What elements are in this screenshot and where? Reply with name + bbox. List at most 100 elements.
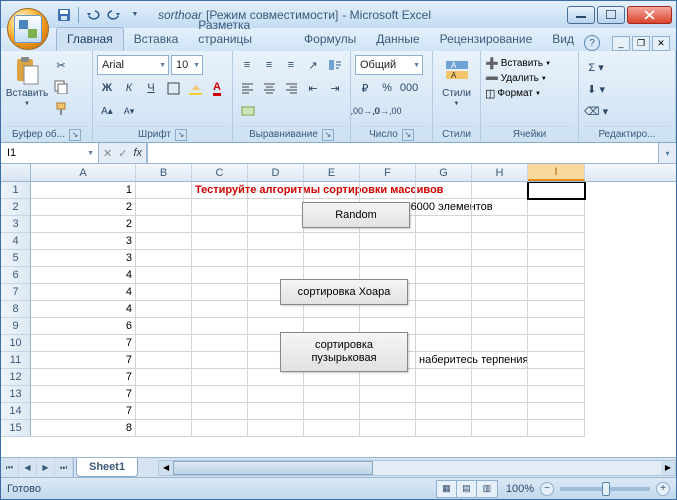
cell[interactable] bbox=[136, 420, 192, 437]
cell[interactable] bbox=[416, 420, 472, 437]
cell[interactable] bbox=[416, 267, 472, 284]
row-header[interactable]: 6 bbox=[1, 267, 31, 284]
format-cells-button[interactable]: ◫Формат▼ bbox=[485, 87, 551, 100]
col-header[interactable]: D bbox=[248, 164, 304, 181]
italic-button[interactable]: К bbox=[119, 78, 139, 98]
percent-icon[interactable]: % bbox=[377, 78, 397, 98]
cell[interactable] bbox=[248, 250, 304, 267]
cell[interactable] bbox=[416, 199, 472, 216]
random-button[interactable]: Random bbox=[302, 202, 410, 228]
cell[interactable] bbox=[248, 420, 304, 437]
cell[interactable] bbox=[360, 182, 416, 199]
cell[interactable] bbox=[472, 352, 528, 369]
cell[interactable] bbox=[248, 386, 304, 403]
insert-cells-button[interactable]: ➕Вставить▼ bbox=[485, 57, 551, 70]
cell[interactable] bbox=[136, 233, 192, 250]
cell[interactable] bbox=[304, 250, 360, 267]
cell[interactable] bbox=[416, 369, 472, 386]
qat-customize-icon[interactable]: ▼ bbox=[126, 6, 144, 24]
col-header[interactable]: E bbox=[304, 164, 360, 181]
zoom-slider[interactable] bbox=[560, 487, 650, 491]
cell[interactable] bbox=[136, 386, 192, 403]
horizontal-scrollbar[interactable]: ◀ ▶ bbox=[158, 460, 676, 476]
cell[interactable] bbox=[304, 420, 360, 437]
cell[interactable] bbox=[192, 233, 248, 250]
cell[interactable] bbox=[136, 352, 192, 369]
cell[interactable] bbox=[136, 318, 192, 335]
cell[interactable] bbox=[192, 352, 248, 369]
cell[interactable] bbox=[472, 386, 528, 403]
cell[interactable] bbox=[192, 199, 248, 216]
cell[interactable] bbox=[248, 182, 304, 199]
align-middle-icon[interactable]: ≡ bbox=[259, 55, 279, 75]
expand-formula-bar-icon[interactable]: ▾ bbox=[658, 143, 676, 163]
row-header[interactable]: 5 bbox=[1, 250, 31, 267]
cell[interactable] bbox=[528, 267, 585, 284]
number-dialog-icon[interactable]: ↘ bbox=[402, 129, 414, 141]
cell[interactable]: 7 bbox=[31, 386, 136, 403]
cell[interactable] bbox=[136, 335, 192, 352]
styles-button[interactable]: AA Стили ▼ bbox=[437, 53, 476, 126]
cell[interactable] bbox=[472, 182, 528, 199]
doc-minimize-button[interactable]: _ bbox=[612, 36, 630, 51]
cell[interactable] bbox=[528, 369, 585, 386]
number-format-combo[interactable]: Общий bbox=[355, 55, 423, 75]
first-sheet-icon[interactable]: ⏮ bbox=[1, 458, 19, 477]
page-layout-view-icon[interactable]: ▤ bbox=[457, 481, 477, 497]
clipboard-dialog-icon[interactable]: ↘ bbox=[69, 129, 81, 141]
insert-function-icon[interactable]: fx bbox=[133, 147, 142, 159]
comma-icon[interactable]: 000 bbox=[399, 78, 419, 98]
merge-icon[interactable] bbox=[237, 101, 259, 121]
cell[interactable]: 2 bbox=[31, 216, 136, 233]
copy-icon[interactable] bbox=[51, 77, 71, 97]
format-painter-icon[interactable] bbox=[51, 99, 71, 119]
cell[interactable] bbox=[416, 335, 472, 352]
bold-button[interactable]: Ж bbox=[97, 78, 117, 98]
cell[interactable] bbox=[528, 182, 585, 199]
prev-sheet-icon[interactable]: ◀ bbox=[19, 458, 37, 477]
close-button[interactable] bbox=[627, 6, 672, 24]
cell[interactable] bbox=[472, 284, 528, 301]
cell[interactable] bbox=[192, 284, 248, 301]
cell[interactable] bbox=[192, 301, 248, 318]
row-header[interactable]: 13 bbox=[1, 386, 31, 403]
tab-review[interactable]: Рецензирование bbox=[430, 28, 543, 51]
col-header[interactable]: I bbox=[528, 164, 585, 181]
shrink-font-icon[interactable]: A▾ bbox=[119, 101, 139, 121]
row-header[interactable]: 3 bbox=[1, 216, 31, 233]
select-all-corner[interactable] bbox=[1, 164, 31, 181]
align-center-icon[interactable] bbox=[259, 78, 279, 98]
tab-home[interactable]: Главная bbox=[56, 27, 124, 51]
row-header[interactable]: 10 bbox=[1, 335, 31, 352]
col-header[interactable]: F bbox=[360, 164, 416, 181]
col-header[interactable]: C bbox=[192, 164, 248, 181]
tab-page-layout[interactable]: Разметка страницы bbox=[188, 14, 294, 51]
cell[interactable] bbox=[472, 216, 528, 233]
cell[interactable] bbox=[416, 233, 472, 250]
hoare-sort-button[interactable]: сортировка Хоара bbox=[280, 279, 408, 305]
underline-button[interactable]: Ч bbox=[141, 78, 161, 98]
cell[interactable] bbox=[416, 250, 472, 267]
align-right-icon[interactable] bbox=[281, 78, 301, 98]
cell[interactable] bbox=[136, 403, 192, 420]
cell[interactable] bbox=[528, 301, 585, 318]
grid-scroll[interactable]: 11Тестируйте алгоритмы сортировки массив… bbox=[1, 182, 676, 457]
cell[interactable] bbox=[472, 335, 528, 352]
cell[interactable] bbox=[528, 284, 585, 301]
align-left-icon[interactable] bbox=[237, 78, 257, 98]
doc-restore-button[interactable]: ❐ bbox=[632, 36, 650, 51]
cell[interactable] bbox=[360, 420, 416, 437]
cell[interactable] bbox=[416, 403, 472, 420]
page-break-view-icon[interactable]: ▥ bbox=[477, 481, 497, 497]
scroll-left-icon[interactable]: ◀ bbox=[159, 461, 173, 475]
cell[interactable] bbox=[416, 182, 472, 199]
row-header[interactable]: 14 bbox=[1, 403, 31, 420]
cell[interactable]: 4 bbox=[31, 284, 136, 301]
cell[interactable] bbox=[416, 318, 472, 335]
delete-cells-button[interactable]: ➖Удалить▼ bbox=[485, 72, 551, 85]
cell[interactable] bbox=[416, 301, 472, 318]
help-icon[interactable]: ? bbox=[584, 35, 600, 51]
formula-input[interactable] bbox=[147, 143, 658, 163]
minimize-button[interactable] bbox=[567, 6, 595, 24]
cell[interactable] bbox=[248, 233, 304, 250]
